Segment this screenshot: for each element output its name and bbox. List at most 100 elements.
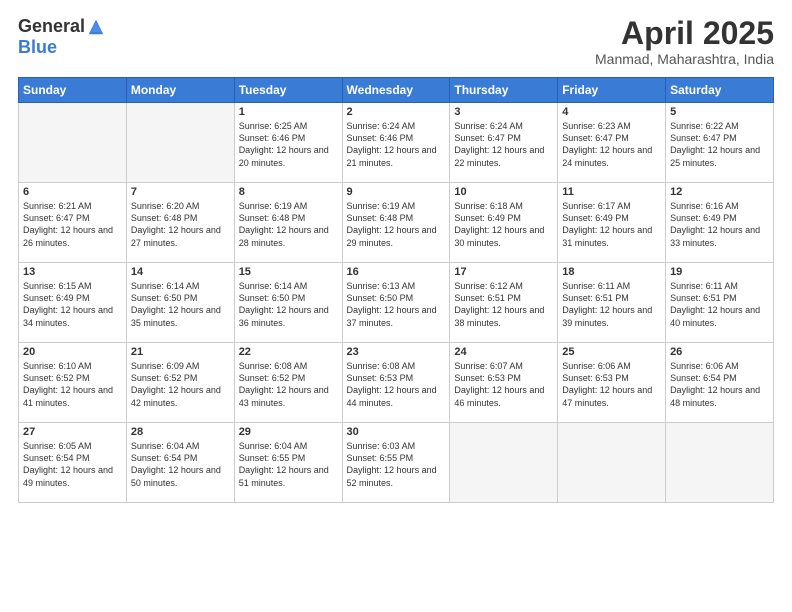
day-info: Sunrise: 6:06 AM Sunset: 6:54 PM Dayligh… [670, 360, 769, 409]
day-info: Sunrise: 6:22 AM Sunset: 6:47 PM Dayligh… [670, 120, 769, 169]
day-info: Sunrise: 6:11 AM Sunset: 6:51 PM Dayligh… [562, 280, 661, 329]
day-number: 17 [454, 266, 553, 278]
calendar-day-header: Sunday [19, 78, 127, 103]
day-info: Sunrise: 6:19 AM Sunset: 6:48 PM Dayligh… [239, 200, 338, 249]
calendar-cell: 12 Sunrise: 6:16 AM Sunset: 6:49 PM Dayli… [666, 183, 774, 263]
calendar-cell: 22 Sunrise: 6:08 AM Sunset: 6:52 PM Dayli… [234, 343, 342, 423]
day-info: Sunrise: 6:05 AM Sunset: 6:54 PM Dayligh… [23, 440, 122, 489]
day-info: Sunrise: 6:17 AM Sunset: 6:49 PM Dayligh… [562, 200, 661, 249]
calendar-cell: 11 Sunrise: 6:17 AM Sunset: 6:49 PM Dayli… [558, 183, 666, 263]
day-info: Sunrise: 6:21 AM Sunset: 6:47 PM Dayligh… [23, 200, 122, 249]
calendar-cell: 18 Sunrise: 6:11 AM Sunset: 6:51 PM Dayli… [558, 263, 666, 343]
calendar-cell [666, 423, 774, 503]
calendar-cell: 7Sunrise: 6:20 AM Sunset: 6:48 PM Daylig… [126, 183, 234, 263]
calendar-cell: 8 Sunrise: 6:19 AM Sunset: 6:48 PM Daylig… [234, 183, 342, 263]
calendar-cell [19, 103, 127, 183]
calendar-cell: 14Sunrise: 6:14 AM Sunset: 6:50 PM Dayli… [126, 263, 234, 343]
logo-general-text: General [18, 16, 85, 37]
day-info: Sunrise: 6:24 AM Sunset: 6:46 PM Dayligh… [347, 120, 446, 169]
day-number: 12 [670, 186, 769, 198]
day-number: 13 [23, 266, 122, 278]
day-number: 9 [347, 186, 446, 198]
calendar-cell: 20 Sunrise: 6:10 AM Sunset: 6:52 PM Dayli… [19, 343, 127, 423]
calendar-cell: 16Sunrise: 6:13 AM Sunset: 6:50 PM Dayli… [342, 263, 450, 343]
calendar-cell: 28 Sunrise: 6:04 AM Sunset: 6:54 PM Dayli… [126, 423, 234, 503]
calendar-cell: 19Sunrise: 6:11 AM Sunset: 6:51 PM Dayli… [666, 263, 774, 343]
day-number: 8 [239, 186, 338, 198]
day-number: 22 [239, 346, 338, 358]
calendar-cell: 1 Sunrise: 6:25 AM Sunset: 6:46 PM Daylig… [234, 103, 342, 183]
day-info: Sunrise: 6:10 AM Sunset: 6:52 PM Dayligh… [23, 360, 122, 409]
day-number: 14 [131, 266, 230, 278]
day-info: Sunrise: 6:16 AM Sunset: 6:49 PM Dayligh… [670, 200, 769, 249]
day-number: 20 [23, 346, 122, 358]
day-info: Sunrise: 6:25 AM Sunset: 6:46 PM Dayligh… [239, 120, 338, 169]
title-block: April 2025 Manmad, Maharashtra, India [595, 16, 774, 67]
calendar-cell: 26 Sunrise: 6:06 AM Sunset: 6:54 PM Dayli… [666, 343, 774, 423]
day-number: 2 [347, 106, 446, 118]
day-info: Sunrise: 6:04 AM Sunset: 6:55 PM Dayligh… [239, 440, 338, 489]
day-info: Sunrise: 6:12 AM Sunset: 6:51 PM Dayligh… [454, 280, 553, 329]
calendar-cell: 30 Sunrise: 6:03 AM Sunset: 6:55 PM Dayli… [342, 423, 450, 503]
calendar-cell: 25 Sunrise: 6:06 AM Sunset: 6:53 PM Dayli… [558, 343, 666, 423]
day-number: 6 [23, 186, 122, 198]
day-number: 27 [23, 426, 122, 438]
day-number: 11 [562, 186, 661, 198]
calendar-cell: 10Sunrise: 6:18 AM Sunset: 6:49 PM Dayli… [450, 183, 558, 263]
day-number: 3 [454, 106, 553, 118]
day-info: Sunrise: 6:24 AM Sunset: 6:47 PM Dayligh… [454, 120, 553, 169]
calendar-cell: 2 Sunrise: 6:24 AM Sunset: 6:46 PM Daylig… [342, 103, 450, 183]
calendar-cell [558, 423, 666, 503]
day-info: Sunrise: 6:14 AM Sunset: 6:50 PM Dayligh… [239, 280, 338, 329]
day-info: Sunrise: 6:19 AM Sunset: 6:48 PM Dayligh… [347, 200, 446, 249]
logo-icon [87, 18, 105, 36]
calendar-cell: 3 Sunrise: 6:24 AM Sunset: 6:47 PM Daylig… [450, 103, 558, 183]
calendar-cell: 21Sunrise: 6:09 AM Sunset: 6:52 PM Dayli… [126, 343, 234, 423]
logo-blue-text: Blue [18, 37, 57, 58]
calendar-week-row: 27 Sunrise: 6:05 AM Sunset: 6:54 PM Dayli… [19, 423, 774, 503]
day-info: Sunrise: 6:15 AM Sunset: 6:49 PM Dayligh… [23, 280, 122, 329]
day-info: Sunrise: 6:20 AM Sunset: 6:48 PM Dayligh… [131, 200, 230, 249]
day-number: 5 [670, 106, 769, 118]
day-info: Sunrise: 6:18 AM Sunset: 6:49 PM Dayligh… [454, 200, 553, 249]
calendar-week-row: 13 Sunrise: 6:15 AM Sunset: 6:49 PM Dayli… [19, 263, 774, 343]
day-info: Sunrise: 6:08 AM Sunset: 6:52 PM Dayligh… [239, 360, 338, 409]
location-text: Manmad, Maharashtra, India [595, 51, 774, 67]
day-number: 1 [239, 106, 338, 118]
calendar-cell: 4Sunrise: 6:23 AM Sunset: 6:47 PM Daylig… [558, 103, 666, 183]
day-number: 30 [347, 426, 446, 438]
day-number: 16 [347, 266, 446, 278]
calendar-cell [126, 103, 234, 183]
calendar-cell: 5 Sunrise: 6:22 AM Sunset: 6:47 PM Daylig… [666, 103, 774, 183]
calendar-cell: 9 Sunrise: 6:19 AM Sunset: 6:48 PM Daylig… [342, 183, 450, 263]
day-number: 15 [239, 266, 338, 278]
calendar-week-row: 1 Sunrise: 6:25 AM Sunset: 6:46 PM Daylig… [19, 103, 774, 183]
day-info: Sunrise: 6:11 AM Sunset: 6:51 PM Dayligh… [670, 280, 769, 329]
calendar-cell: 6 Sunrise: 6:21 AM Sunset: 6:47 PM Daylig… [19, 183, 127, 263]
day-number: 25 [562, 346, 661, 358]
calendar-cell: 23Sunrise: 6:08 AM Sunset: 6:53 PM Dayli… [342, 343, 450, 423]
day-number: 28 [131, 426, 230, 438]
calendar-day-header: Friday [558, 78, 666, 103]
header: General Blue April 2025 Manmad, Maharash… [18, 16, 774, 67]
calendar-day-header: Thursday [450, 78, 558, 103]
calendar-cell: 27 Sunrise: 6:05 AM Sunset: 6:54 PM Dayli… [19, 423, 127, 503]
day-info: Sunrise: 6:04 AM Sunset: 6:54 PM Dayligh… [131, 440, 230, 489]
calendar-day-header: Tuesday [234, 78, 342, 103]
day-info: Sunrise: 6:06 AM Sunset: 6:53 PM Dayligh… [562, 360, 661, 409]
day-info: Sunrise: 6:07 AM Sunset: 6:53 PM Dayligh… [454, 360, 553, 409]
day-number: 26 [670, 346, 769, 358]
day-info: Sunrise: 6:23 AM Sunset: 6:47 PM Dayligh… [562, 120, 661, 169]
day-number: 18 [562, 266, 661, 278]
calendar-cell [450, 423, 558, 503]
month-year-title: April 2025 [595, 16, 774, 51]
calendar-cell: 17 Sunrise: 6:12 AM Sunset: 6:51 PM Dayli… [450, 263, 558, 343]
calendar-cell: 13 Sunrise: 6:15 AM Sunset: 6:49 PM Dayli… [19, 263, 127, 343]
calendar-table: SundayMondayTuesdayWednesdayThursdayFrid… [18, 77, 774, 503]
calendar-header-row: SundayMondayTuesdayWednesdayThursdayFrid… [19, 78, 774, 103]
day-number: 29 [239, 426, 338, 438]
calendar-week-row: 6 Sunrise: 6:21 AM Sunset: 6:47 PM Daylig… [19, 183, 774, 263]
day-info: Sunrise: 6:03 AM Sunset: 6:55 PM Dayligh… [347, 440, 446, 489]
calendar-day-header: Saturday [666, 78, 774, 103]
day-number: 23 [347, 346, 446, 358]
